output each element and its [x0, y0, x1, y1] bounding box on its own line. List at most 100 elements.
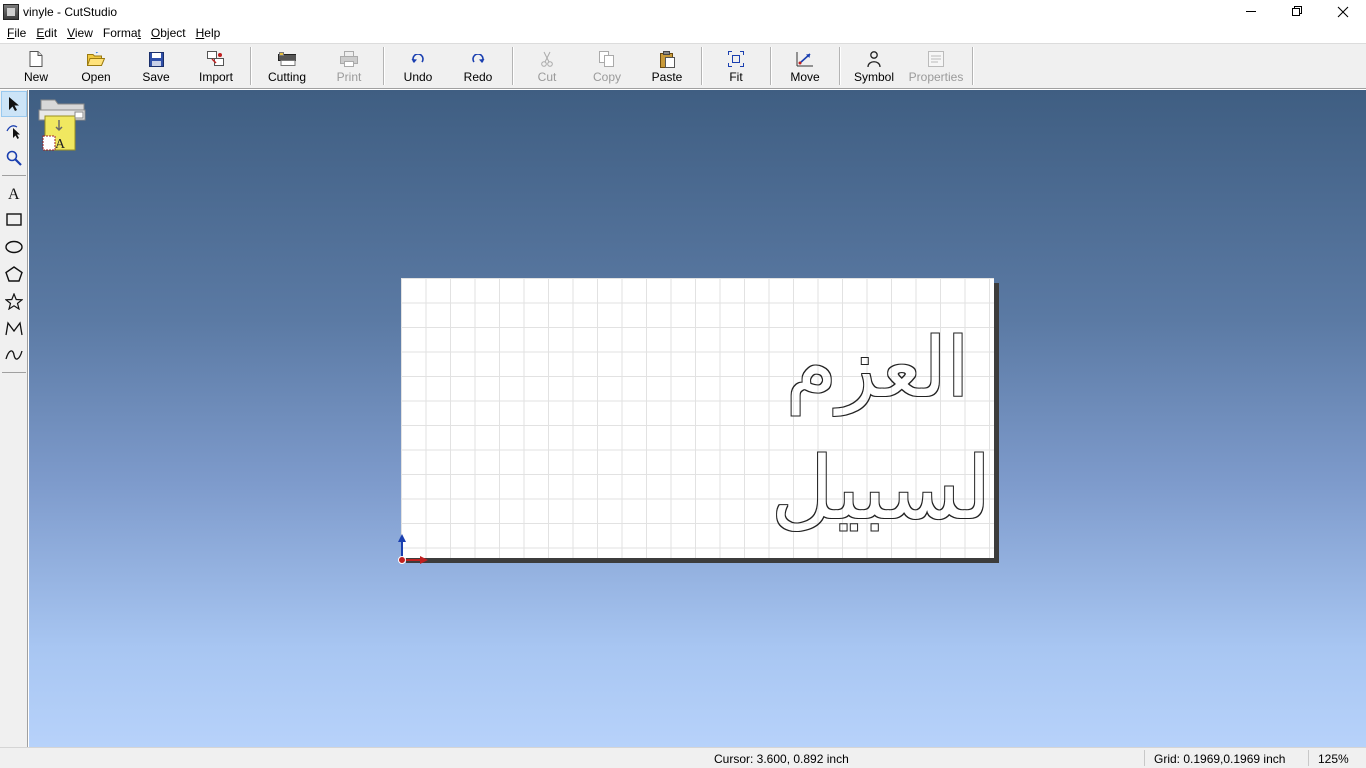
window-controls: [1228, 0, 1366, 23]
cutting-button-label: Cutting: [267, 70, 307, 84]
print-button-label: Print: [336, 70, 362, 84]
menu-edit-label: Edit: [36, 26, 58, 40]
status-divider: [1144, 750, 1145, 766]
properties-button[interactable]: Properties: [904, 44, 968, 88]
device-label: A: [55, 137, 66, 152]
text-tool-icon: A: [8, 186, 20, 201]
status-divider: [1308, 750, 1309, 766]
edit-points-tool-button[interactable]: [1, 118, 27, 144]
star-tool-button[interactable]: [1, 288, 27, 314]
symbol-button-label: Symbol: [853, 70, 894, 84]
import-button-label: Import: [198, 70, 233, 84]
rectangle-tool-icon: [6, 213, 22, 226]
menu-view[interactable]: View: [62, 23, 98, 43]
select-arrow-icon: [9, 97, 19, 111]
save-button-label: Save: [142, 70, 170, 84]
drawing-workspace[interactable]: A وإن صدقت العزم لوجدت السبيل: [29, 90, 1366, 747]
zoom-tool-button[interactable]: [1, 145, 27, 171]
copy-button[interactable]: Copy: [577, 44, 637, 88]
fit-button-label: Fit: [729, 70, 743, 84]
arabic-text-line-2: لوجدت السبيل: [771, 439, 994, 539]
menu-object-label: Object: [150, 26, 186, 40]
menu-view-label: View: [67, 26, 93, 40]
close-button[interactable]: [1320, 0, 1366, 23]
cutting-device-icon[interactable]: A: [37, 96, 87, 152]
cursor-position: Cursor: 3.600, 0.892 inch: [714, 752, 849, 766]
origin-marker: [394, 530, 434, 570]
polygon-tool-icon: [5, 266, 23, 282]
app-icon[interactable]: [3, 3, 19, 20]
curve-tool-icon: [5, 350, 23, 360]
ellipse-tool-button[interactable]: [1, 234, 27, 260]
star-tool-icon: [5, 292, 23, 310]
polygon-tool-button[interactable]: [1, 261, 27, 287]
polyline-tool-button[interactable]: [1, 315, 27, 341]
cut-button-label: Cut: [537, 70, 557, 84]
printer-icon: [340, 50, 358, 68]
menu-help[interactable]: Help: [191, 23, 226, 43]
cutting-sheet[interactable]: وإن صدقت العزم لوجدت السبيل: [401, 278, 994, 558]
move-button-label: Move: [790, 70, 820, 84]
fit-button[interactable]: Fit: [706, 44, 766, 88]
save-disk-icon: [147, 50, 165, 68]
new-button[interactable]: New: [6, 44, 66, 88]
minimize-button[interactable]: [1228, 0, 1274, 23]
scissors-icon: [538, 50, 556, 68]
open-folder-icon: [87, 50, 105, 68]
palette-separator: [2, 372, 26, 373]
redo-arrow-icon: [469, 50, 487, 68]
ellipse-tool-icon: [5, 240, 23, 254]
tool-palette: A: [0, 90, 28, 747]
fit-to-window-icon: [727, 50, 745, 68]
cutting-button[interactable]: Cutting: [255, 44, 319, 88]
redo-button-label: Redo: [463, 70, 493, 84]
arabic-text-line-1: وإن صدقت العزم: [786, 321, 994, 417]
curve-tool-button[interactable]: [1, 342, 27, 368]
menu-file-label: File: [7, 26, 27, 40]
close-icon: [1337, 6, 1349, 17]
undo-button-label: Undo: [403, 70, 433, 84]
menu-format[interactable]: Format: [98, 23, 146, 43]
import-button[interactable]: Import: [186, 44, 246, 88]
select-tool-button[interactable]: [1, 91, 27, 117]
menu-edit[interactable]: Edit: [31, 23, 62, 43]
menu-format-label: Format: [102, 26, 141, 40]
toolbar-separator: [972, 47, 973, 85]
title-bar: vinyle - CutStudio: [0, 0, 1366, 23]
open-button[interactable]: Open: [66, 44, 126, 88]
cut-button[interactable]: Cut: [517, 44, 577, 88]
main-toolbar: New Open Save Import Cutting Print Undo …: [0, 43, 1366, 89]
restore-icon: [1291, 6, 1302, 16]
edit-points-icon: [6, 125, 20, 139]
toolbar-separator: [383, 47, 384, 85]
properties-button-label: Properties: [908, 70, 964, 84]
menu-bar: File Edit View Format Object Help: [0, 23, 1366, 43]
polyline-tool-icon: [5, 321, 23, 336]
outline-text-artwork[interactable]: وإن صدقت العزم لوجدت السبيل: [401, 278, 994, 558]
menu-object[interactable]: Object: [146, 23, 191, 43]
save-button[interactable]: Save: [126, 44, 186, 88]
toolbar-separator: [512, 47, 513, 85]
redo-button[interactable]: Redo: [448, 44, 508, 88]
undo-button[interactable]: Undo: [388, 44, 448, 88]
print-button[interactable]: Print: [319, 44, 379, 88]
grid-size: Grid: 0.1969,0.1969 inch: [1154, 752, 1286, 766]
toolbar-separator: [839, 47, 840, 85]
symbol-button[interactable]: Symbol: [844, 44, 904, 88]
toolbar-separator: [250, 47, 251, 85]
rectangle-tool-button[interactable]: [1, 207, 27, 233]
menu-file[interactable]: File: [2, 23, 31, 43]
symbol-person-icon: [865, 50, 883, 68]
move-button[interactable]: Move: [775, 44, 835, 88]
text-tool-button[interactable]: A: [1, 180, 27, 206]
new-document-icon: [27, 50, 45, 68]
window-title: vinyle - CutStudio: [23, 4, 118, 19]
undo-arrow-icon: [409, 50, 427, 68]
restore-button[interactable]: [1274, 0, 1320, 23]
zoom-icon: [6, 150, 22, 166]
toolbar-separator: [701, 47, 702, 85]
paste-button[interactable]: Paste: [637, 44, 697, 88]
move-icon: [796, 50, 814, 68]
copy-icon: [598, 50, 616, 68]
palette-separator: [2, 175, 26, 176]
